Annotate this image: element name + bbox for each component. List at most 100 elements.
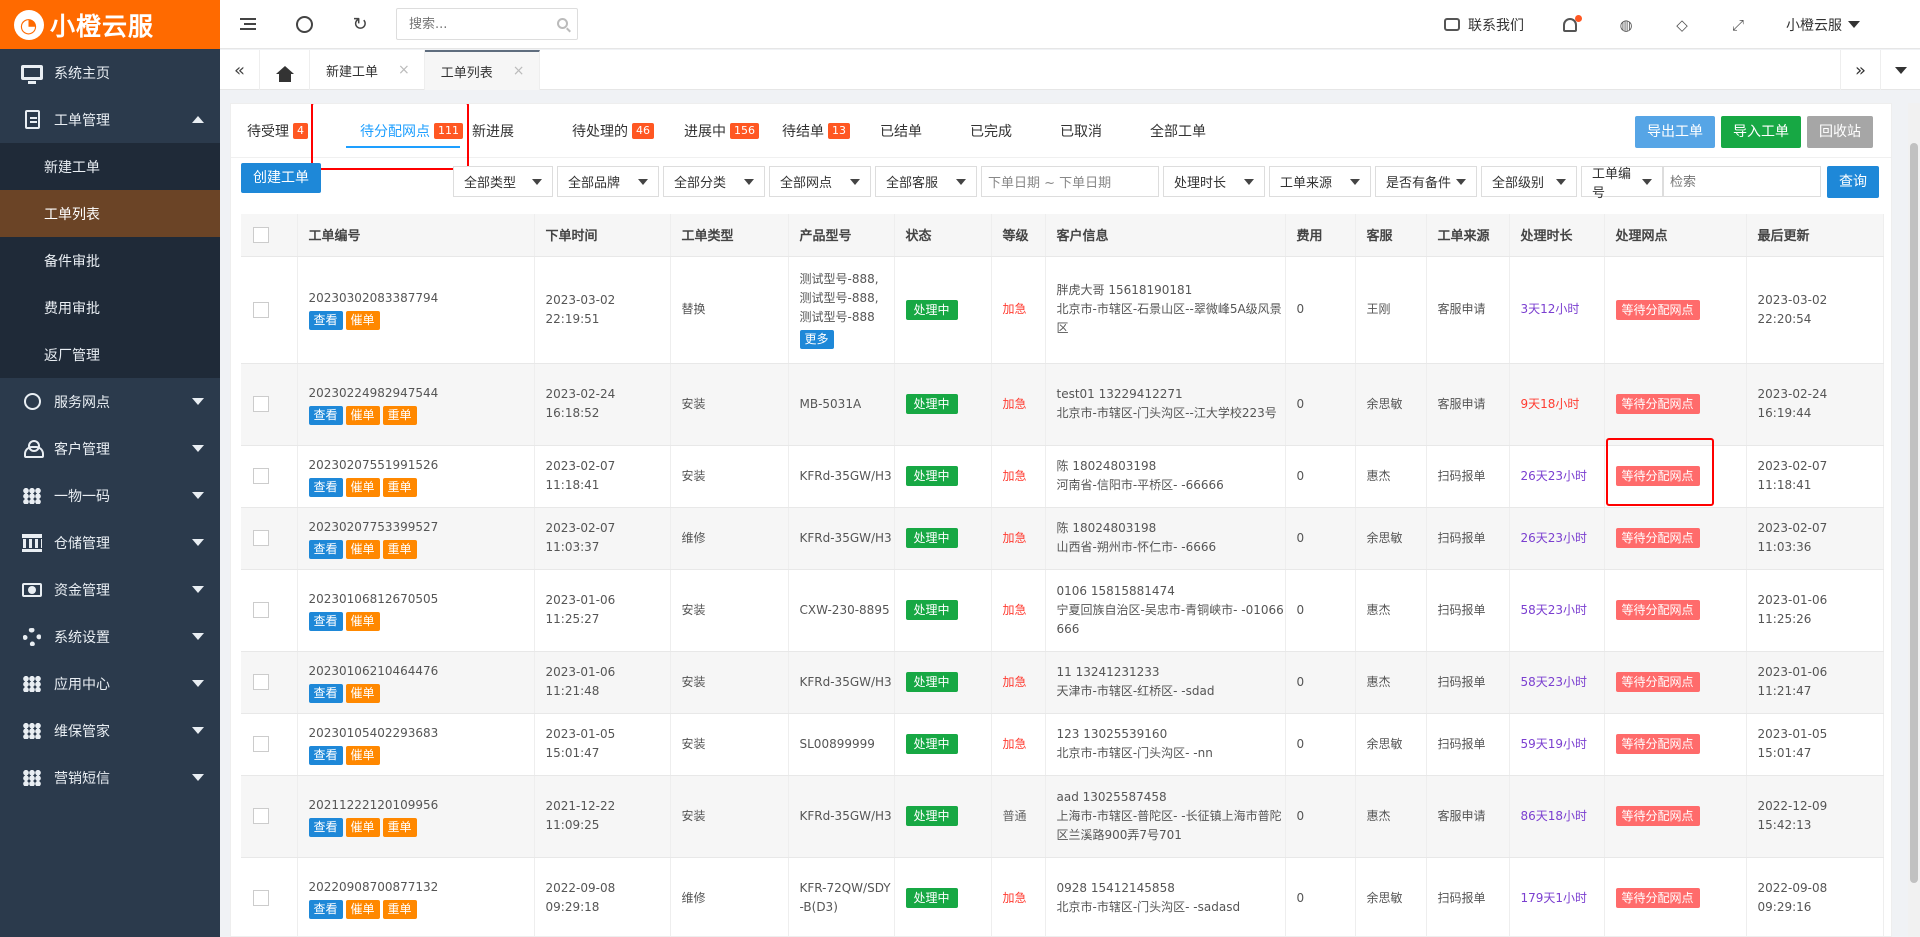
more-button[interactable]: 更多 bbox=[799, 330, 834, 349]
column-header[interactable]: 处理网点 bbox=[1604, 214, 1747, 257]
row-checkbox[interactable] bbox=[253, 301, 269, 318]
view-button[interactable]: 查看 bbox=[308, 477, 343, 497]
status-tab-5[interactable]: 待结单 13 bbox=[782, 104, 880, 158]
fullscreen-button[interactable]: ⤢ bbox=[1710, 0, 1766, 49]
table-row[interactable]: 20220908700877132 查看 催单 重单 2022-09-08 09:29… bbox=[241, 857, 1884, 936]
column-header[interactable]: 客户信息 bbox=[1045, 214, 1286, 257]
sidebar-item-8[interactable]: 应用中心 bbox=[0, 660, 220, 707]
select-all-checkbox[interactable] bbox=[253, 226, 269, 243]
table-row[interactable]: 20230106210464476 查看 催单 2023-01-06 11:21:4… bbox=[241, 651, 1884, 714]
recycle-bin-button[interactable]: 回收站 bbox=[1807, 116, 1873, 148]
status-tab-3[interactable]: 待处理的 46 bbox=[572, 104, 684, 158]
status-tab-4[interactable]: 进展中 156 bbox=[684, 104, 782, 158]
order-id[interactable]: 20230207551991526 bbox=[309, 456, 534, 475]
urge-button[interactable]: 催单 bbox=[345, 683, 380, 703]
filter-select2-2[interactable]: 是否有备件 bbox=[1375, 166, 1477, 197]
outlet-status-badge[interactable]: 等待分配网点 bbox=[1615, 394, 1700, 414]
order-id[interactable]: 20230106210464476 bbox=[309, 662, 534, 681]
column-header[interactable]: 下单时间 bbox=[534, 214, 671, 257]
order-id[interactable]: 20230302083387794 bbox=[309, 289, 534, 308]
column-header[interactable]: 工单类型 bbox=[670, 214, 789, 257]
sidebar-subitem-2[interactable]: 备件审批 bbox=[0, 237, 220, 284]
view-button[interactable]: 查看 bbox=[308, 683, 343, 703]
status-tab-6[interactable]: 已结单 bbox=[880, 104, 970, 158]
filter-select2-3[interactable]: 全部级别 bbox=[1481, 166, 1577, 197]
order-id[interactable]: 20230224982947544 bbox=[309, 384, 534, 403]
tabs-scroll-right-button[interactable]: » bbox=[1840, 50, 1880, 90]
contact-us-link[interactable]: 联系我们 bbox=[1426, 15, 1542, 35]
status-tab-1[interactable]: 待分配网点 111 bbox=[346, 104, 472, 158]
duplicate-order-button[interactable]: 重单 bbox=[382, 817, 417, 837]
status-tab-2[interactable]: 新进展 bbox=[472, 104, 572, 158]
column-header[interactable]: 产品型号 bbox=[788, 214, 895, 257]
duplicate-order-button[interactable]: 重单 bbox=[382, 405, 417, 425]
column-header[interactable]: 处理时长 bbox=[1509, 214, 1605, 257]
theme-button[interactable]: ◍ bbox=[1598, 0, 1654, 49]
table-row[interactable]: 20230207551991526 查看 催单 重单 2023-02-07 11:18… bbox=[241, 445, 1884, 508]
outlet-status-badge[interactable]: 等待分配网点 bbox=[1615, 600, 1700, 620]
sidebar-item-7[interactable]: 系统设置 bbox=[0, 613, 220, 660]
search-input[interactable] bbox=[397, 9, 577, 39]
outlet-status-badge[interactable]: 等待分配网点 bbox=[1615, 734, 1700, 754]
refresh-button[interactable]: ↻ bbox=[332, 0, 388, 49]
view-button[interactable]: 查看 bbox=[308, 539, 343, 559]
view-button[interactable]: 查看 bbox=[308, 899, 343, 919]
sidebar-subitem-1[interactable]: 工单列表 bbox=[0, 190, 220, 237]
sidebar-item-5[interactable]: 仓储管理 bbox=[0, 519, 220, 566]
order-id[interactable]: 20220908700877132 bbox=[309, 878, 534, 897]
outlet-status-badge[interactable]: 等待分配网点 bbox=[1615, 299, 1700, 320]
filter-select-4[interactable]: 全部客服 bbox=[875, 166, 977, 197]
order-id[interactable]: 20230105402293683 bbox=[309, 724, 534, 743]
page-tab-0[interactable]: 新建工单 × bbox=[310, 50, 425, 90]
view-button[interactable]: 查看 bbox=[308, 311, 343, 330]
sidebar-item-4[interactable]: 一物一码 bbox=[0, 472, 220, 519]
filter-select-2[interactable]: 全部分类 bbox=[663, 166, 765, 197]
column-header[interactable]: 最后更新 bbox=[1746, 214, 1884, 257]
menu-toggle-button[interactable] bbox=[220, 0, 276, 49]
urge-button[interactable]: 催单 bbox=[345, 405, 380, 425]
tabs-menu-button[interactable] bbox=[1880, 50, 1920, 90]
duplicate-order-button[interactable]: 重单 bbox=[382, 899, 417, 919]
query-button[interactable]: 查询 bbox=[1827, 166, 1879, 198]
search-icon[interactable] bbox=[557, 18, 568, 29]
column-header[interactable]: 等级 bbox=[991, 214, 1046, 257]
sidebar-subitem-3[interactable]: 费用审批 bbox=[0, 284, 220, 331]
table-row[interactable]: 20230106812670505 查看 催单 2023-01-06 11:25:2… bbox=[241, 569, 1884, 652]
row-checkbox[interactable] bbox=[253, 396, 269, 412]
row-checkbox[interactable] bbox=[253, 736, 269, 752]
column-header[interactable]: 状态 bbox=[894, 214, 992, 257]
table-row[interactable]: 20230224982947544 查看 催单 重单 2023-02-24 16:18… bbox=[241, 363, 1884, 446]
sidebar-item-10[interactable]: 营销短信 bbox=[0, 754, 220, 801]
sidebar-item-2[interactable]: 服务网点 bbox=[0, 378, 220, 425]
sidebar-item-6[interactable]: 资金管理 bbox=[0, 566, 220, 613]
sidebar-subitem-4[interactable]: 返厂管理 bbox=[0, 331, 220, 378]
urge-button[interactable]: 催单 bbox=[345, 539, 380, 559]
outlet-status-badge[interactable]: 等待分配网点 bbox=[1615, 806, 1700, 826]
status-tab-8[interactable]: 已取消 bbox=[1060, 104, 1150, 158]
create-order-button[interactable]: 创建工单 bbox=[241, 163, 321, 193]
notification-button[interactable] bbox=[1542, 0, 1598, 49]
column-header[interactable]: 工单编号 bbox=[297, 214, 535, 257]
view-button[interactable]: 查看 bbox=[308, 817, 343, 837]
row-checkbox[interactable] bbox=[253, 468, 269, 484]
user-menu[interactable]: 小橙云服 bbox=[1766, 15, 1920, 35]
sidebar-item-9[interactable]: 维保管家 bbox=[0, 707, 220, 754]
row-checkbox[interactable] bbox=[253, 530, 269, 546]
outlet-status-badge[interactable]: 等待分配网点 bbox=[1615, 466, 1700, 486]
outlet-status-badge[interactable]: 等待分配网点 bbox=[1615, 888, 1700, 908]
filter-select-3[interactable]: 全部网点 bbox=[769, 166, 871, 197]
filter-select-1[interactable]: 全部品牌 bbox=[557, 166, 659, 197]
page-tab-1[interactable]: 工单列表 × bbox=[424, 50, 540, 90]
page-scrollbar[interactable] bbox=[1908, 103, 1920, 937]
urge-button[interactable]: 催单 bbox=[345, 899, 380, 919]
row-checkbox[interactable] bbox=[253, 890, 269, 906]
close-icon[interactable]: × bbox=[513, 63, 525, 79]
status-tab-0[interactable]: 待受理 4 bbox=[247, 104, 346, 158]
order-id[interactable]: 20230207753399527 bbox=[309, 518, 534, 537]
view-button[interactable]: 查看 bbox=[308, 611, 343, 631]
sidebar-item-3[interactable]: 客户管理 bbox=[0, 425, 220, 472]
outlet-status-badge[interactable]: 等待分配网点 bbox=[1615, 672, 1700, 692]
view-button[interactable]: 查看 bbox=[308, 745, 343, 765]
status-tab-7[interactable]: 已完成 bbox=[970, 104, 1060, 158]
export-orders-button[interactable]: 导出工单 bbox=[1635, 116, 1715, 148]
